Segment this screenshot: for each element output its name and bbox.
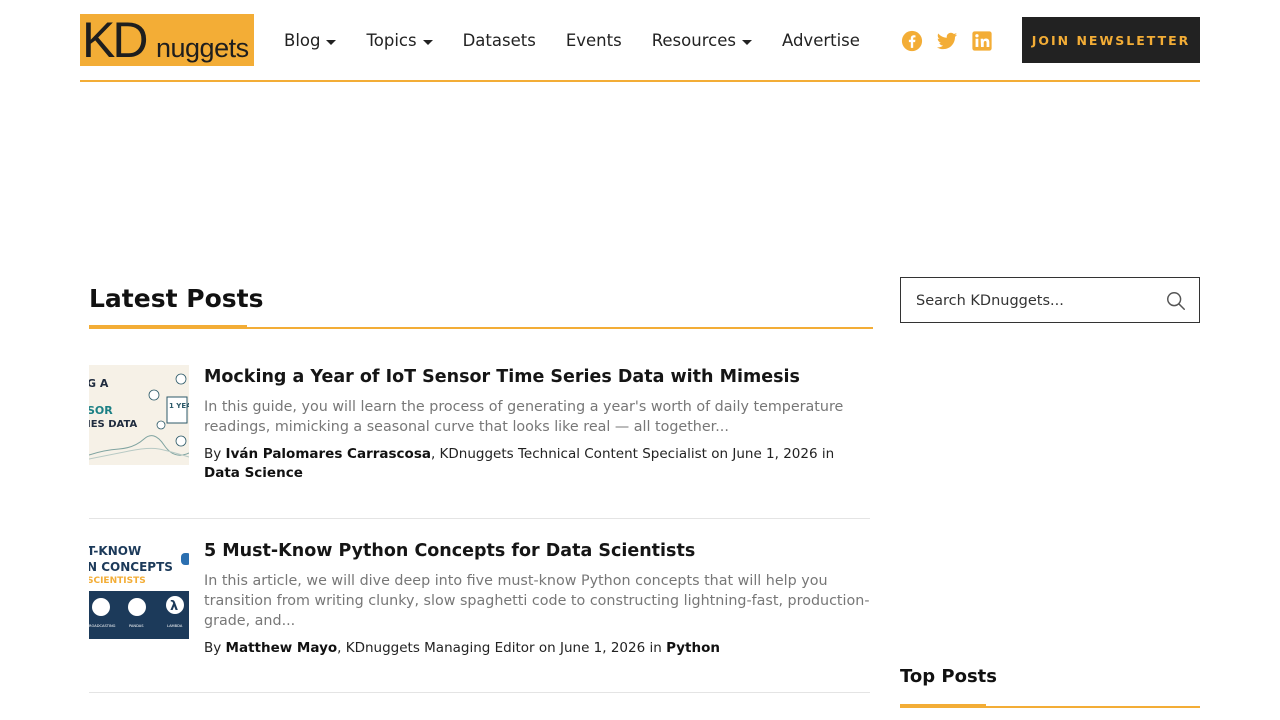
post-divider <box>89 692 870 693</box>
thumb-caption-2: PANDAS <box>129 624 144 628</box>
post-body: Mocking a Year of IoT Sensor Time Series… <box>204 365 870 483</box>
post-author-link[interactable]: Iván Palomares Carrascosa <box>226 446 431 462</box>
site-header: KD nuggets Blog Topics Datasets Events R… <box>80 14 1200 66</box>
main-nav: Blog Topics Datasets Events Resources Ad… <box>284 28 890 54</box>
post-thumbnail[interactable]: T-KNOW N CONCEPTS SCIENTISTS λ ROADCASTI… <box>89 539 189 639</box>
header-divider <box>80 80 1200 82</box>
logo-nuggets: nuggets <box>156 33 249 63</box>
post-title-link[interactable]: Mocking a Year of IoT Sensor Time Series… <box>204 365 870 389</box>
thumb-text-line2: N CONCEPTS <box>89 560 173 574</box>
iot-sensor-thumbnail-image: G A SOR IES DATA 1 YEA <box>89 365 189 465</box>
post-category-link[interactable]: Python <box>666 640 720 656</box>
search-icon[interactable] <box>1165 290 1187 312</box>
post-author-link[interactable]: Matthew Mayo <box>226 640 338 656</box>
facebook-icon[interactable] <box>901 30 923 52</box>
thumb-badge: 1 YEA <box>169 402 189 410</box>
logo-kd: KD <box>82 14 148 66</box>
post-title-link[interactable]: 5 Must-Know Python Concepts for Data Sci… <box>204 539 870 563</box>
post-item: G A SOR IES DATA 1 YEA Mocking a Year of… <box>89 365 870 490</box>
meta-by: By <box>204 446 226 462</box>
meta-role-date: , KDnuggets Technical Content Specialist… <box>430 446 835 462</box>
thumb-text-line1: T-KNOW <box>89 544 141 558</box>
thumb-text-line2: SOR <box>89 404 113 417</box>
caret-down-icon <box>422 39 433 45</box>
nav-label: Datasets <box>462 31 536 50</box>
thumb-caption-1: ROADCASTING <box>89 624 116 628</box>
thumb-caption-3: LAMBDA <box>167 624 183 628</box>
post-meta: By Matthew Mayo, KDnuggets Managing Edit… <box>204 639 870 658</box>
search-input[interactable] <box>916 289 1156 313</box>
post-category-link[interactable]: Data Science <box>204 465 303 481</box>
linkedin-icon[interactable] <box>971 30 993 52</box>
join-newsletter-button[interactable]: JOIN NEWSLETTER <box>1022 17 1200 63</box>
post-divider <box>89 518 870 519</box>
top-posts-underline-accent <box>900 704 986 708</box>
nav-item-topics[interactable]: Topics <box>366 28 433 54</box>
nav-label: Advertise <box>781 31 860 50</box>
post-excerpt: In this guide, you will learn the proces… <box>204 399 844 435</box>
post-thumbnail[interactable]: G A SOR IES DATA 1 YEA <box>89 365 189 465</box>
nav-label: Events <box>565 31 622 50</box>
heading-underline-accent <box>89 325 247 329</box>
post-item: T-KNOW N CONCEPTS SCIENTISTS λ ROADCASTI… <box>89 539 870 664</box>
social-links <box>901 30 993 52</box>
caret-down-icon <box>326 39 337 45</box>
nav-item-blog[interactable]: Blog <box>284 28 337 54</box>
lambda-glyph: λ <box>170 599 178 614</box>
post-body: 5 Must-Know Python Concepts for Data Sci… <box>204 539 870 658</box>
nav-label: Resources <box>651 31 736 50</box>
python-concepts-thumbnail-image: T-KNOW N CONCEPTS SCIENTISTS λ ROADCASTI… <box>89 539 189 639</box>
nav-item-resources[interactable]: Resources <box>652 28 752 54</box>
meta-role-date: , KDnuggets Managing Editor on June 1, 2… <box>337 640 667 656</box>
nav-label: Blog <box>284 31 321 50</box>
latest-posts-heading: Latest Posts <box>89 284 264 313</box>
search-box <box>900 277 1200 323</box>
post-excerpt: In this article, we will dive deep into … <box>204 573 870 629</box>
nav-item-datasets[interactable]: Datasets <box>463 28 536 54</box>
twitter-icon[interactable] <box>936 30 958 52</box>
meta-by: By <box>204 640 226 656</box>
nav-item-events[interactable]: Events <box>566 28 622 54</box>
nav-label: Topics <box>366 31 417 50</box>
thumb-text-line1: G A <box>89 377 109 390</box>
post-meta: By Iván Palomares Carrascosa, KDnuggets … <box>204 445 870 483</box>
top-posts-heading: Top Posts <box>900 666 997 687</box>
caret-down-icon <box>741 39 752 45</box>
nav-item-advertise[interactable]: Advertise <box>782 28 860 54</box>
thumb-text-line3: IES DATA <box>89 419 138 430</box>
kdnuggets-logo[interactable]: KD nuggets <box>80 14 254 66</box>
thumb-text-line3: SCIENTISTS <box>89 576 146 586</box>
